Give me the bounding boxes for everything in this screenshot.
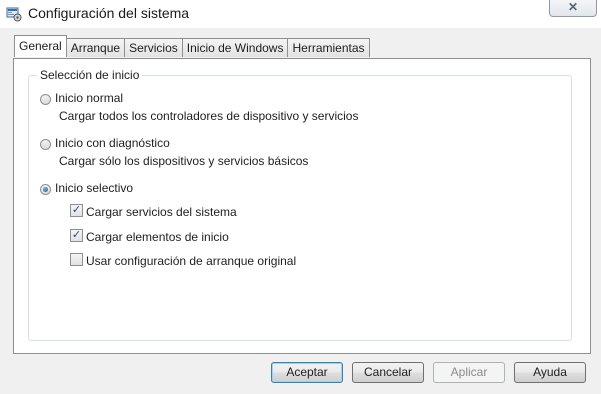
close-icon: ✕ xyxy=(567,0,579,14)
system-configuration-window: Configuración del sistema ✕ General Arra… xyxy=(0,0,601,394)
tab-strip: General Arranque Servicios Inicio de Win… xyxy=(14,35,370,58)
radio-inicio-diagnostico[interactable] xyxy=(40,139,51,150)
window-title: Configuración del sistema xyxy=(28,5,190,21)
apply-button[interactable]: Aplicar xyxy=(433,362,505,383)
description-inicio-normal: Cargar todos los controladores de dispos… xyxy=(59,109,359,123)
tab-servicios[interactable]: Servicios xyxy=(125,38,183,57)
msconfig-icon xyxy=(6,7,22,22)
checkbox-usar-configuracion-original[interactable] xyxy=(70,253,83,266)
checkbox-cargar-servicios[interactable]: ✓ xyxy=(70,204,83,217)
description-inicio-diagnostico: Cargar sólo los dispositivos y servicios… xyxy=(59,154,309,168)
cancel-button[interactable]: Cancelar xyxy=(352,362,424,383)
checkbox-cargar-elementos[interactable]: ✓ xyxy=(70,229,83,242)
dialog-client-area: General Arranque Servicios Inicio de Win… xyxy=(0,28,601,394)
checkbox-label-usar-configuracion-original[interactable]: Usar configuración de arranque original xyxy=(86,254,296,268)
tab-inicio-de-windows[interactable]: Inicio de Windows xyxy=(182,38,289,57)
help-button[interactable]: Ayuda xyxy=(514,362,586,383)
radio-label-inicio-normal[interactable]: Inicio normal xyxy=(55,91,123,105)
radio-label-inicio-selectivo[interactable]: Inicio selectivo xyxy=(55,181,133,195)
checkmark-icon: ✓ xyxy=(71,204,82,216)
checkbox-label-cargar-servicios[interactable]: Cargar servicios del sistema xyxy=(86,205,237,219)
title-bar[interactable]: Configuración del sistema ✕ xyxy=(0,0,601,28)
radio-label-inicio-diagnostico[interactable]: Inicio con diagnóstico xyxy=(55,136,170,150)
checkbox-label-cargar-elementos[interactable]: Cargar elementos de inicio xyxy=(86,230,229,244)
close-button[interactable]: ✕ xyxy=(549,0,597,17)
radio-selected-dot xyxy=(43,187,48,192)
radio-inicio-normal[interactable] xyxy=(40,94,51,105)
tab-general[interactable]: General xyxy=(14,35,67,57)
checkmark-icon: ✓ xyxy=(71,229,82,241)
group-legend: Selección de inicio xyxy=(37,68,143,82)
radio-inicio-selectivo[interactable] xyxy=(40,184,51,195)
general-tab-panel: Selección de inicio Inicio normal Cargar… xyxy=(13,58,591,354)
accept-button[interactable]: Aceptar xyxy=(271,362,343,383)
tab-herramientas[interactable]: Herramientas xyxy=(288,38,370,57)
startup-selection-group: Selección de inicio Inicio normal Cargar… xyxy=(28,68,572,341)
tab-arranque[interactable]: Arranque xyxy=(66,38,126,57)
